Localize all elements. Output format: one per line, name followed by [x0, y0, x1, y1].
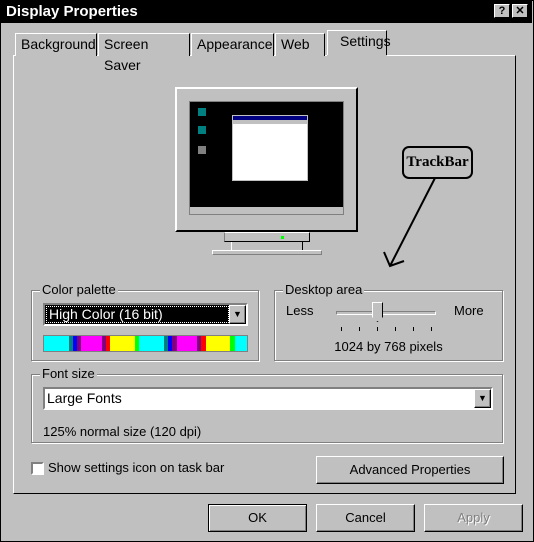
font-size-label: Font size: [40, 366, 97, 381]
slider-tick: [359, 327, 360, 331]
resolution-text: 1024 by 768 pixels: [334, 339, 443, 354]
color-palette-value: High Color (16 bit): [46, 306, 229, 323]
show-settings-icon-label[interactable]: Show settings icon on task bar: [48, 460, 224, 475]
tab-screen-saver[interactable]: Screen Saver: [98, 33, 190, 73]
close-button[interactable]: ✕: [512, 4, 528, 18]
apply-button[interactable]: Apply: [424, 504, 523, 532]
advanced-properties-button[interactable]: Advanced Properties: [316, 456, 504, 484]
font-size-group: Font size Large Fonts ▼ 125% normal size…: [31, 366, 503, 443]
font-size-value: Large Fonts: [47, 390, 122, 406]
preview-taskbar: [190, 207, 343, 214]
color-swatch: [139, 336, 165, 351]
trackbar-callout: TrackBar: [402, 146, 473, 179]
desktop-icon: [198, 108, 206, 116]
preview-window: [232, 115, 308, 181]
desktop-icon: [198, 126, 206, 134]
color-swatch: [44, 336, 69, 351]
desktop-area-group: Desktop area Less More 1024 by 768 pixel…: [274, 282, 503, 361]
slider-tick: [377, 327, 378, 331]
tab-background[interactable]: Background: [15, 33, 97, 56]
monitor-screen: [189, 101, 344, 215]
slider-thumb[interactable]: [372, 302, 383, 322]
slider-tick: [395, 327, 396, 331]
color-swatch: [205, 336, 231, 351]
show-settings-icon-checkbox[interactable]: [31, 462, 44, 475]
font-size-info: 125% normal size (120 dpi): [43, 424, 202, 439]
monitor-preview: [175, 87, 358, 232]
slider-tick: [431, 327, 432, 331]
ok-button[interactable]: OK: [208, 504, 307, 532]
help-button[interactable]: ?: [494, 4, 510, 18]
color-swatch: [234, 336, 247, 351]
monitor-neck: [231, 242, 303, 250]
color-swatch-bar: [43, 335, 248, 352]
slider-track[interactable]: [336, 311, 436, 315]
monitor-base: [212, 250, 322, 255]
tab-settings[interactable]: Settings: [327, 30, 391, 57]
less-label: Less: [286, 303, 314, 318]
slider-tick: [413, 327, 414, 331]
title-bar: Display Properties: [1, 1, 532, 23]
desktop-area-label: Desktop area: [283, 282, 365, 297]
color-palette-group: Color palette High Color (16 bit) ▼: [31, 282, 259, 361]
chevron-down-icon[interactable]: ▼: [229, 305, 246, 324]
chevron-down-icon[interactable]: ▼: [474, 389, 491, 408]
callout-arrow: [383, 178, 436, 268]
font-size-dropdown[interactable]: Large Fonts ▼: [43, 387, 493, 410]
color-swatch: [110, 336, 136, 351]
slider-tick: [341, 327, 342, 331]
tab-joiner: [327, 55, 387, 57]
cancel-button[interactable]: Cancel: [316, 504, 415, 532]
color-swatch: [81, 336, 102, 351]
color-swatch: [176, 336, 198, 351]
monitor-stand: [224, 232, 310, 242]
color-palette-dropdown[interactable]: High Color (16 bit) ▼: [43, 303, 248, 326]
window-title: Display Properties: [6, 3, 138, 20]
color-palette-label: Color palette: [40, 282, 118, 297]
tab-web[interactable]: Web: [275, 33, 325, 56]
more-label: More: [454, 303, 484, 318]
tab-appearance[interactable]: Appearance: [191, 33, 274, 56]
desktop-icon: [198, 146, 206, 154]
